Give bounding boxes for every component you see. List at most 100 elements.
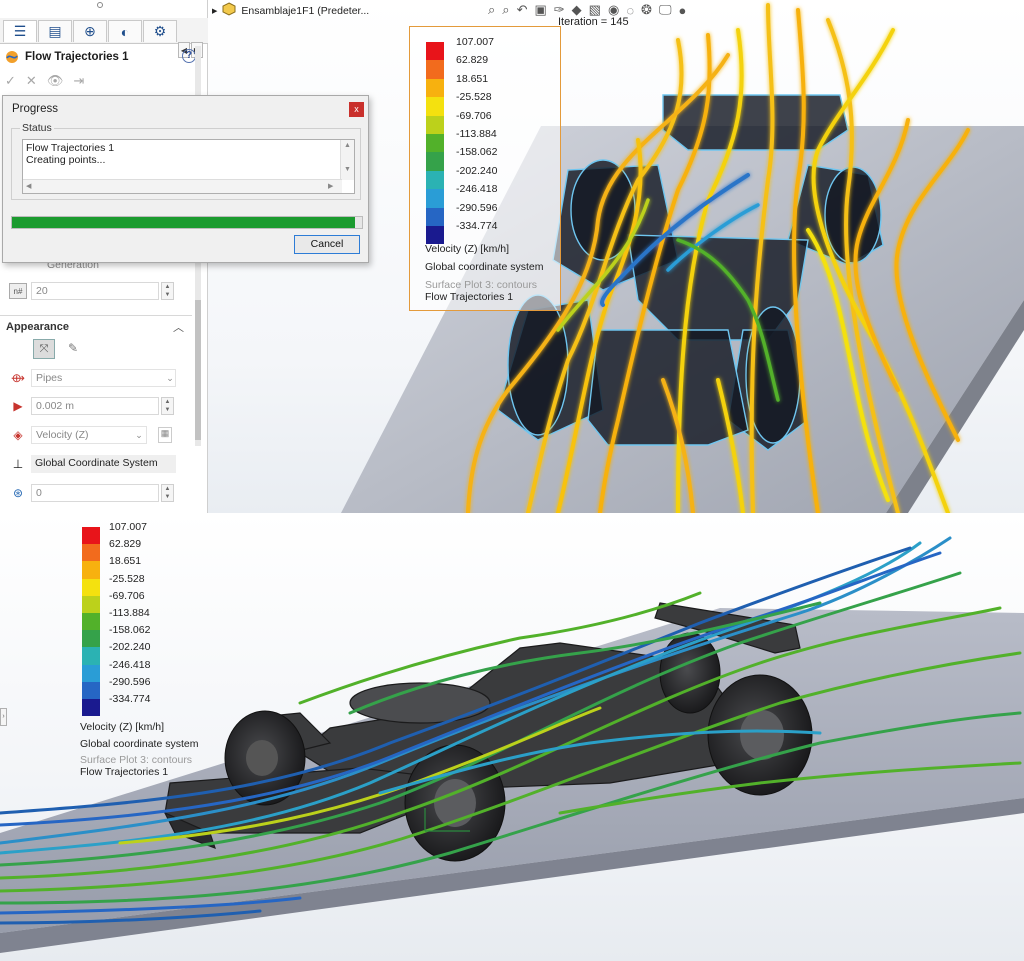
- pin-icon[interactable]: ⇥: [73, 73, 84, 89]
- points-stepper[interactable]: ▲ ▼: [161, 282, 174, 300]
- chevron-down-icon[interactable]: ⌄: [162, 369, 178, 387]
- offset-icon: ⊛: [12, 486, 24, 500]
- legend-tick-label: -202.240: [456, 164, 498, 177]
- dialog-title: Progress: [12, 103, 59, 115]
- iteration-readout: Iteration = 145: [558, 16, 629, 28]
- status-label: Status: [20, 122, 54, 134]
- legend-tick-label: -113.884: [109, 607, 150, 619]
- horizontal-scrollbar[interactable]: ◀ ▶: [23, 179, 342, 193]
- legend-tick-label: -334.774: [456, 220, 498, 232]
- close-button[interactable]: x: [349, 102, 364, 117]
- animation-icon[interactable]: ✎: [62, 339, 84, 359]
- configuration-manager-tab[interactable]: ⊕: [73, 20, 107, 42]
- width-row: ▶ 0.002 m ▲ ▼: [0, 395, 192, 417]
- scroll-up-icon[interactable]: ▲: [344, 142, 351, 149]
- help-icon[interactable]: ?: [182, 49, 196, 63]
- legend-swatch: [82, 578, 100, 596]
- previous-view-icon[interactable]: ↶: [517, 2, 528, 18]
- property-manager-header: Flow Trajectories 1 ?: [0, 46, 208, 68]
- legend-trajectory-name: Flow Trajectories 1: [425, 291, 514, 303]
- legend-swatch: [426, 134, 444, 153]
- section-view-icon[interactable]: ▣: [534, 2, 546, 18]
- panel-expand-handle-icon[interactable]: ›: [0, 708, 7, 726]
- flow-analysis-tab[interactable]: ⚙: [143, 20, 177, 42]
- cancel-x-icon[interactable]: ✕: [26, 73, 37, 89]
- legend-swatch: [82, 527, 100, 545]
- legend-swatch: [82, 561, 100, 579]
- pm-action-bar: ✓ ✕ 👁 ⇥: [5, 72, 84, 90]
- chevron-up-icon[interactable]: ︿: [173, 319, 184, 335]
- panel-scrollbar-thumb[interactable]: [195, 300, 201, 440]
- cancel-button[interactable]: Cancel: [294, 235, 360, 254]
- legend-tick-label: -246.418: [456, 183, 498, 196]
- color-by-row: ◈ Velocity (Z) ⌄ ▦: [0, 424, 192, 446]
- coordinate-axes-icon: ⊥: [12, 457, 24, 471]
- color-by-select[interactable]: Velocity (Z): [31, 426, 147, 444]
- legend-swatch: [82, 544, 100, 562]
- coordinate-system-field[interactable]: Global Coordinate System: [31, 455, 176, 473]
- legend-coordinate-system: Global coordinate system: [425, 261, 544, 273]
- display-manager-tab[interactable]: ◐: [108, 20, 142, 42]
- progress-bar-fill: [12, 217, 355, 228]
- bottom-screenshot[interactable]: › 107.007 62.829 18.651 -25.528 -69.706 -113.…: [0, 513, 1024, 961]
- style-buttons-row: ⤧ ✎: [0, 337, 192, 359]
- progress-dialog: Progress x Status Flow Trajectories 1 Cr…: [2, 95, 369, 263]
- scroll-left-icon[interactable]: ◀: [26, 182, 31, 190]
- zoom-to-area-icon[interactable]: ⌕: [502, 2, 509, 18]
- legend-tick-label: -113.884: [456, 128, 497, 140]
- color-settings-icon[interactable]: ▦: [158, 427, 172, 443]
- appearance-section-header[interactable]: Appearance ︿: [0, 315, 192, 337]
- panel-grip-icon[interactable]: [97, 2, 103, 8]
- zoom-to-fit-icon[interactable]: ⌕: [488, 2, 495, 18]
- realview-icon[interactable]: ●: [679, 3, 687, 18]
- legend-tick-label: -158.062: [109, 624, 151, 637]
- coordinate-row: ⊥ Global Coordinate System: [0, 453, 192, 475]
- legend-tick-label: -290.596: [109, 675, 151, 688]
- scroll-right-icon[interactable]: ▶: [328, 182, 333, 190]
- color-legend-bottom[interactable]: 107.007 62.829 18.651 -25.528 -69.706 -113.88…: [80, 521, 220, 781]
- appearance-header-label: Appearance: [6, 321, 69, 333]
- legend-swatch: [82, 630, 100, 648]
- legend-tick-label: -290.596: [456, 201, 498, 214]
- width-arrow-icon: ▶: [13, 399, 23, 413]
- legend-parameter: Velocity (Z) [km/h]: [425, 243, 510, 255]
- manager-tabs: ☰ ▤ ⊕ ◐ ⚙ ◀ ▶: [0, 18, 208, 58]
- legend-tick-label: -246.418: [109, 658, 151, 671]
- status-textbox[interactable]: Flow Trajectories 1 Creating points... ▲…: [22, 139, 355, 194]
- legend-tick-label: 107.007: [109, 521, 147, 533]
- page-title: Flow Trajectories 1: [25, 51, 129, 63]
- legend-tick-label: -69.706: [456, 109, 492, 122]
- offset-row: ⊛ 0 ▲ ▼: [0, 482, 192, 504]
- view-settings-icon[interactable]: 🖵: [659, 2, 672, 18]
- property-manager-tab[interactable]: ▤: [38, 20, 72, 42]
- pipe-width-field[interactable]: 0.002 m: [31, 397, 159, 415]
- legend-swatch: [426, 226, 444, 245]
- legend-tick-label: 62.829: [109, 538, 142, 551]
- status-line: Flow Trajectories 1: [26, 142, 115, 154]
- vertical-scrollbar[interactable]: ▲ ▼: [340, 140, 354, 180]
- ok-check-icon[interactable]: ✓: [5, 73, 16, 89]
- static-trajectories-icon[interactable]: ⤧: [33, 339, 55, 359]
- draw-as-select[interactable]: Pipes: [31, 369, 176, 387]
- points-number-field[interactable]: 20: [31, 282, 159, 300]
- legend-tick-label: -25.528: [109, 572, 145, 585]
- offset-stepper[interactable]: ▲ ▼: [161, 484, 174, 502]
- legend-coordinate-system: Global coordinate system: [80, 738, 199, 750]
- legend-tick-label: -334.774: [109, 693, 151, 705]
- expand-arrow-icon[interactable]: ▶: [212, 7, 217, 15]
- color-legend-top[interactable]: 107.007 62.829 18.651 -25.528 -69.706 -113.88…: [409, 26, 561, 311]
- preview-eye-icon[interactable]: 👁: [47, 73, 64, 89]
- assembly-name: Ensamblaje1F1 (Predeter...: [241, 4, 370, 17]
- legend-parameter: Velocity (Z) [km/h]: [80, 721, 165, 733]
- pipes-style-icon: ⟴: [11, 371, 25, 385]
- legend-swatch: [426, 42, 444, 61]
- offset-field[interactable]: 0: [31, 484, 159, 502]
- chevron-down-icon[interactable]: ⌄: [131, 426, 147, 444]
- feature-manager-tab[interactable]: ☰: [3, 20, 37, 42]
- legend-swatch: [426, 170, 444, 190]
- legend-tick-label: 18.651: [109, 555, 142, 568]
- width-stepper[interactable]: ▲ ▼: [161, 397, 174, 415]
- feature-tree-root[interactable]: ▶ Ensamblaje1F1 (Predeter...: [212, 2, 369, 19]
- scroll-down-icon[interactable]: ▼: [344, 166, 351, 173]
- apply-scene-icon[interactable]: ❂: [641, 2, 652, 18]
